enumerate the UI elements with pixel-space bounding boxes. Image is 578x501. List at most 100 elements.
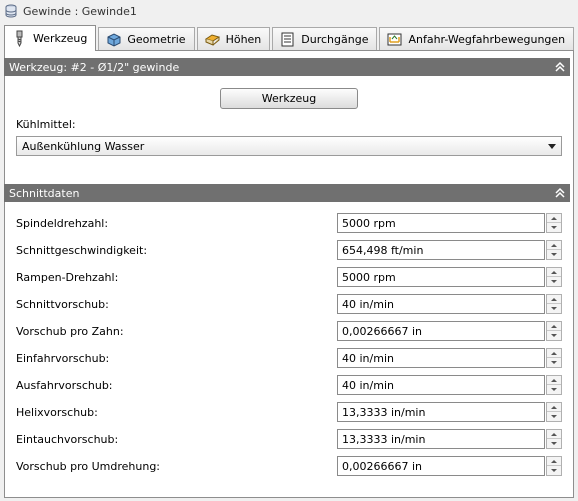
value-text: 40 in/min <box>342 351 394 365</box>
spin-down-button[interactable] <box>547 223 561 232</box>
value-input[interactable]: 40 in/min <box>337 375 545 395</box>
coolant-select[interactable]: Außenkühlung Wasser <box>16 136 562 156</box>
triangle-down-icon <box>551 334 557 337</box>
field-label: Ausfahrvorschub: <box>16 379 113 392</box>
field-label: Rampen-Drehzahl: <box>16 271 119 284</box>
triangle-down-icon <box>551 253 557 256</box>
value-text: 0,00266667 in <box>342 324 423 338</box>
value-text: 5000 rpm <box>342 270 396 284</box>
value-spinner <box>546 213 562 233</box>
spin-up-button[interactable] <box>547 457 561 466</box>
triangle-up-icon <box>551 324 557 328</box>
spin-up-button[interactable] <box>547 403 561 412</box>
chevron-down-icon <box>548 144 556 149</box>
value-input[interactable]: 13,3333 in/min <box>337 402 545 422</box>
triangle-up-icon <box>551 351 557 355</box>
tab-anfahr-wegfahrbewegungen[interactable]: Anfahr-Wegfahrbewegungen <box>379 27 575 50</box>
triangle-up-icon <box>551 459 557 463</box>
value-input[interactable]: 13,3333 in/min <box>337 429 545 449</box>
tool-section-header[interactable]: Werkzeug: #2 - Ø1/2" gewinde <box>4 58 570 76</box>
spin-down-button[interactable] <box>547 466 561 475</box>
tool-section-title: Werkzeug: #2 - Ø1/2" gewinde <box>9 60 180 74</box>
field-label: Einfahrvorschub: <box>16 352 110 365</box>
spin-down-button[interactable] <box>547 331 561 340</box>
spin-down-button[interactable] <box>547 358 561 367</box>
passes-icon <box>281 32 294 46</box>
spin-down-button[interactable] <box>547 250 561 259</box>
tab-label: Durchgänge <box>301 32 369 46</box>
tab-label: Anfahr-Wegfahrbewegungen <box>408 32 566 46</box>
linking-icon <box>387 33 402 45</box>
value-spinner <box>546 456 562 476</box>
spin-down-button[interactable] <box>547 385 561 394</box>
field-label: Spindeldrehzahl: <box>16 217 109 230</box>
field-label: Eintauchvorschub: <box>16 433 119 446</box>
field-label: Schnittgeschwindigkeit: <box>16 244 148 257</box>
coolant-label: Kühlmittel: <box>16 118 76 131</box>
triangle-up-icon <box>551 405 557 409</box>
triangle-up-icon <box>551 270 557 274</box>
value-text: 40 in/min <box>342 297 394 311</box>
spin-down-button[interactable] <box>547 439 561 448</box>
value-text: 0,00266667 in <box>342 459 423 473</box>
value-spinner <box>546 240 562 260</box>
tab-durchgaenge[interactable]: Durchgänge <box>272 27 378 50</box>
spin-down-button[interactable] <box>547 304 561 313</box>
cutting-section-header[interactable]: Schnittdaten <box>4 184 570 202</box>
spin-up-button[interactable] <box>547 295 561 304</box>
value-text: 13,3333 in/min <box>342 432 426 446</box>
spin-down-button[interactable] <box>547 412 561 421</box>
triangle-up-icon <box>551 297 557 301</box>
value-input[interactable]: 5000 rpm <box>337 213 545 233</box>
value-text: 13,3333 in/min <box>342 405 426 419</box>
value-spinner <box>546 294 562 314</box>
collapse-icon[interactable] <box>554 186 566 200</box>
collapse-icon[interactable] <box>554 60 566 74</box>
spin-up-button[interactable] <box>547 430 561 439</box>
coolant-value: Außenkühlung Wasser <box>22 139 145 153</box>
value-input[interactable]: 0,00266667 in <box>337 321 545 341</box>
tab-label: Werkzeug <box>33 32 88 45</box>
database-icon <box>5 4 17 18</box>
triangle-down-icon <box>551 415 557 418</box>
value-input[interactable]: 5000 rpm <box>337 267 545 287</box>
tab-geometrie[interactable]: Geometrie <box>98 27 195 50</box>
triangle-down-icon <box>551 280 557 283</box>
tab-hoehen[interactable]: Höhen <box>196 27 271 50</box>
heights-icon <box>204 33 220 46</box>
triangle-up-icon <box>551 378 557 382</box>
triangle-down-icon <box>551 361 557 364</box>
value-text: 40 in/min <box>342 378 394 392</box>
spin-up-button[interactable] <box>547 241 561 250</box>
value-input[interactable]: 0,00266667 in <box>337 456 545 476</box>
value-spinner <box>546 402 562 422</box>
spin-up-button[interactable] <box>547 376 561 385</box>
value-input[interactable]: 40 in/min <box>337 348 545 368</box>
value-input[interactable]: 40 in/min <box>337 294 545 314</box>
value-spinner <box>546 348 562 368</box>
value-text: 5000 rpm <box>342 216 396 230</box>
value-input[interactable]: 654,498 ft/min <box>337 240 545 260</box>
tab-label: Geometrie <box>127 32 186 46</box>
field-label: Schnittvorschub: <box>16 298 109 311</box>
spin-up-button[interactable] <box>547 214 561 223</box>
select-tool-button[interactable]: Werkzeug <box>220 88 358 109</box>
cutting-section-title: Schnittdaten <box>9 186 80 200</box>
spin-up-button[interactable] <box>547 268 561 277</box>
triangle-down-icon <box>551 388 557 391</box>
tab-werkzeug[interactable]: Werkzeug <box>4 25 97 51</box>
value-text: 654,498 ft/min <box>342 243 424 257</box>
field-label: Vorschub pro Zahn: <box>16 325 124 338</box>
window-title: Gewinde : Gewinde1 <box>23 4 137 18</box>
triangle-down-icon <box>551 226 557 229</box>
triangle-up-icon <box>551 432 557 436</box>
triangle-down-icon <box>551 469 557 472</box>
window-titlebar: Gewinde : Gewinde1 <box>0 0 578 22</box>
value-spinner <box>546 321 562 341</box>
triangle-down-icon <box>551 442 557 445</box>
spin-up-button[interactable] <box>547 322 561 331</box>
select-tool-button-label: Werkzeug <box>261 92 317 105</box>
triangle-down-icon <box>551 307 557 310</box>
spin-up-button[interactable] <box>547 349 561 358</box>
spin-down-button[interactable] <box>547 277 561 286</box>
